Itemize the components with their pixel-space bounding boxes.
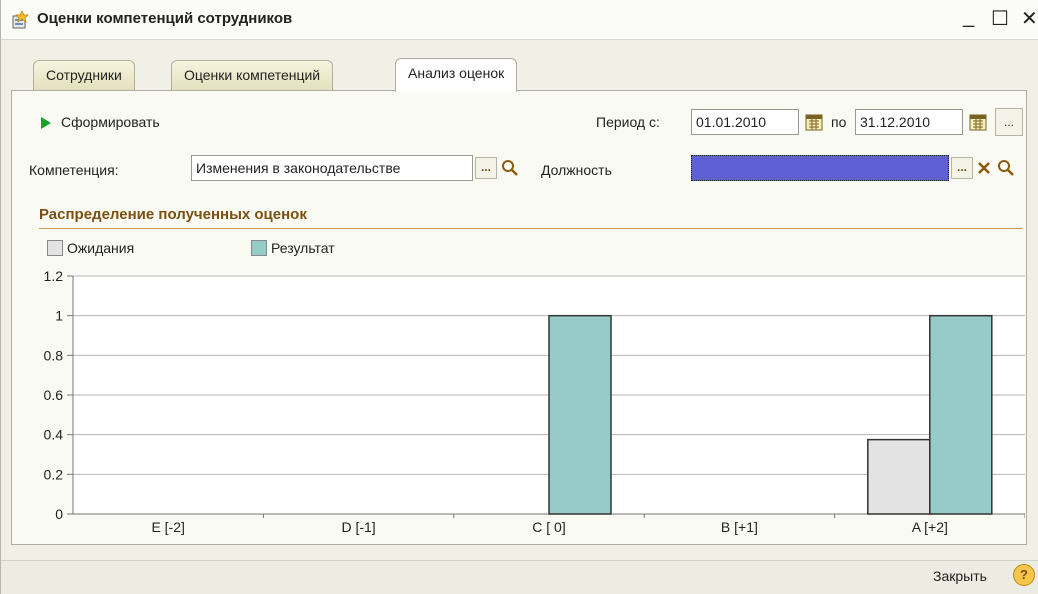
period-from-field[interactable]: 01.01.2010 xyxy=(691,109,799,135)
y-tick-label: 1 xyxy=(55,308,63,324)
x-tick-label: B [+1] xyxy=(721,519,758,535)
app-window: Оценки компетенций сотрудников _ ☐ ✕ Сот… xyxy=(0,0,1038,594)
search-icon[interactable] xyxy=(995,157,1017,179)
legend-label-result: Результат xyxy=(271,240,335,256)
y-tick-label: 0.8 xyxy=(44,347,64,363)
title-bar: Оценки компетенций сотрудников _ ☐ ✕ xyxy=(1,0,1038,40)
search-icon[interactable] xyxy=(499,157,521,179)
y-tick-label: 0.6 xyxy=(44,387,64,403)
y-tick-label: 0.2 xyxy=(44,466,64,482)
maximize-button[interactable]: ☐ xyxy=(991,6,1009,31)
section-title: Распределение полученных оценок xyxy=(39,206,307,223)
position-select-button[interactable]: ... xyxy=(951,157,973,179)
y-tick-label: 0 xyxy=(55,506,63,522)
x-tick-label: A [+2] xyxy=(912,519,948,535)
bar-expectations xyxy=(867,438,931,515)
period-to-label: по xyxy=(831,114,847,130)
clear-icon[interactable] xyxy=(973,157,995,179)
play-icon xyxy=(41,117,51,129)
close-window-button[interactable]: ✕ xyxy=(1021,6,1038,31)
period-to-field[interactable]: 31.12.2010 xyxy=(855,109,963,135)
position-label: Должность xyxy=(541,162,612,178)
legend-label-expectations: Ожидания xyxy=(67,240,135,256)
distribution-chart: 0 0.2 0.4 0.6 0.8 1 1.2 E [-2] D [-1] C [ 0] B [+1… xyxy=(44,268,1025,535)
period-select-button[interactable]: ... xyxy=(995,108,1023,136)
legend-swatch-expectations xyxy=(47,240,63,256)
position-field[interactable] xyxy=(691,155,949,181)
competence-label: Компетенция: xyxy=(29,162,119,178)
tab-competence-ratings[interactable]: Оценки компетенций xyxy=(171,60,334,90)
x-tick-label: C [ 0] xyxy=(532,519,565,535)
help-icon[interactable]: ? xyxy=(1013,564,1035,586)
bar-result xyxy=(548,314,612,515)
x-tick-label: D [-1] xyxy=(341,519,375,535)
period-from-label: Период с: xyxy=(596,114,660,130)
x-tick-label: E [-2] xyxy=(151,519,184,535)
competence-select-button[interactable]: ... xyxy=(475,157,497,179)
y-tick-label: 1.2 xyxy=(44,268,64,284)
tab-ratings-analysis[interactable]: Анализ оценок xyxy=(395,58,518,92)
calendar-icon[interactable] xyxy=(803,111,825,133)
generate-button[interactable]: Сформировать xyxy=(61,114,160,130)
window-title: Оценки компетенций сотрудников xyxy=(37,10,293,27)
calendar-icon[interactable] xyxy=(967,111,989,133)
competence-field[interactable]: Изменения в законодательстве xyxy=(191,155,473,181)
section-divider xyxy=(39,228,1023,229)
y-tick-label: 0.4 xyxy=(44,427,64,443)
minimize-button[interactable]: _ xyxy=(963,6,974,29)
tab-employees[interactable]: Сотрудники xyxy=(33,60,135,90)
legend-swatch-result xyxy=(251,240,267,256)
close-button[interactable]: Закрыть xyxy=(933,568,987,584)
bar-result xyxy=(929,314,993,515)
form-icon xyxy=(12,10,29,29)
footer-bar xyxy=(1,560,1038,594)
